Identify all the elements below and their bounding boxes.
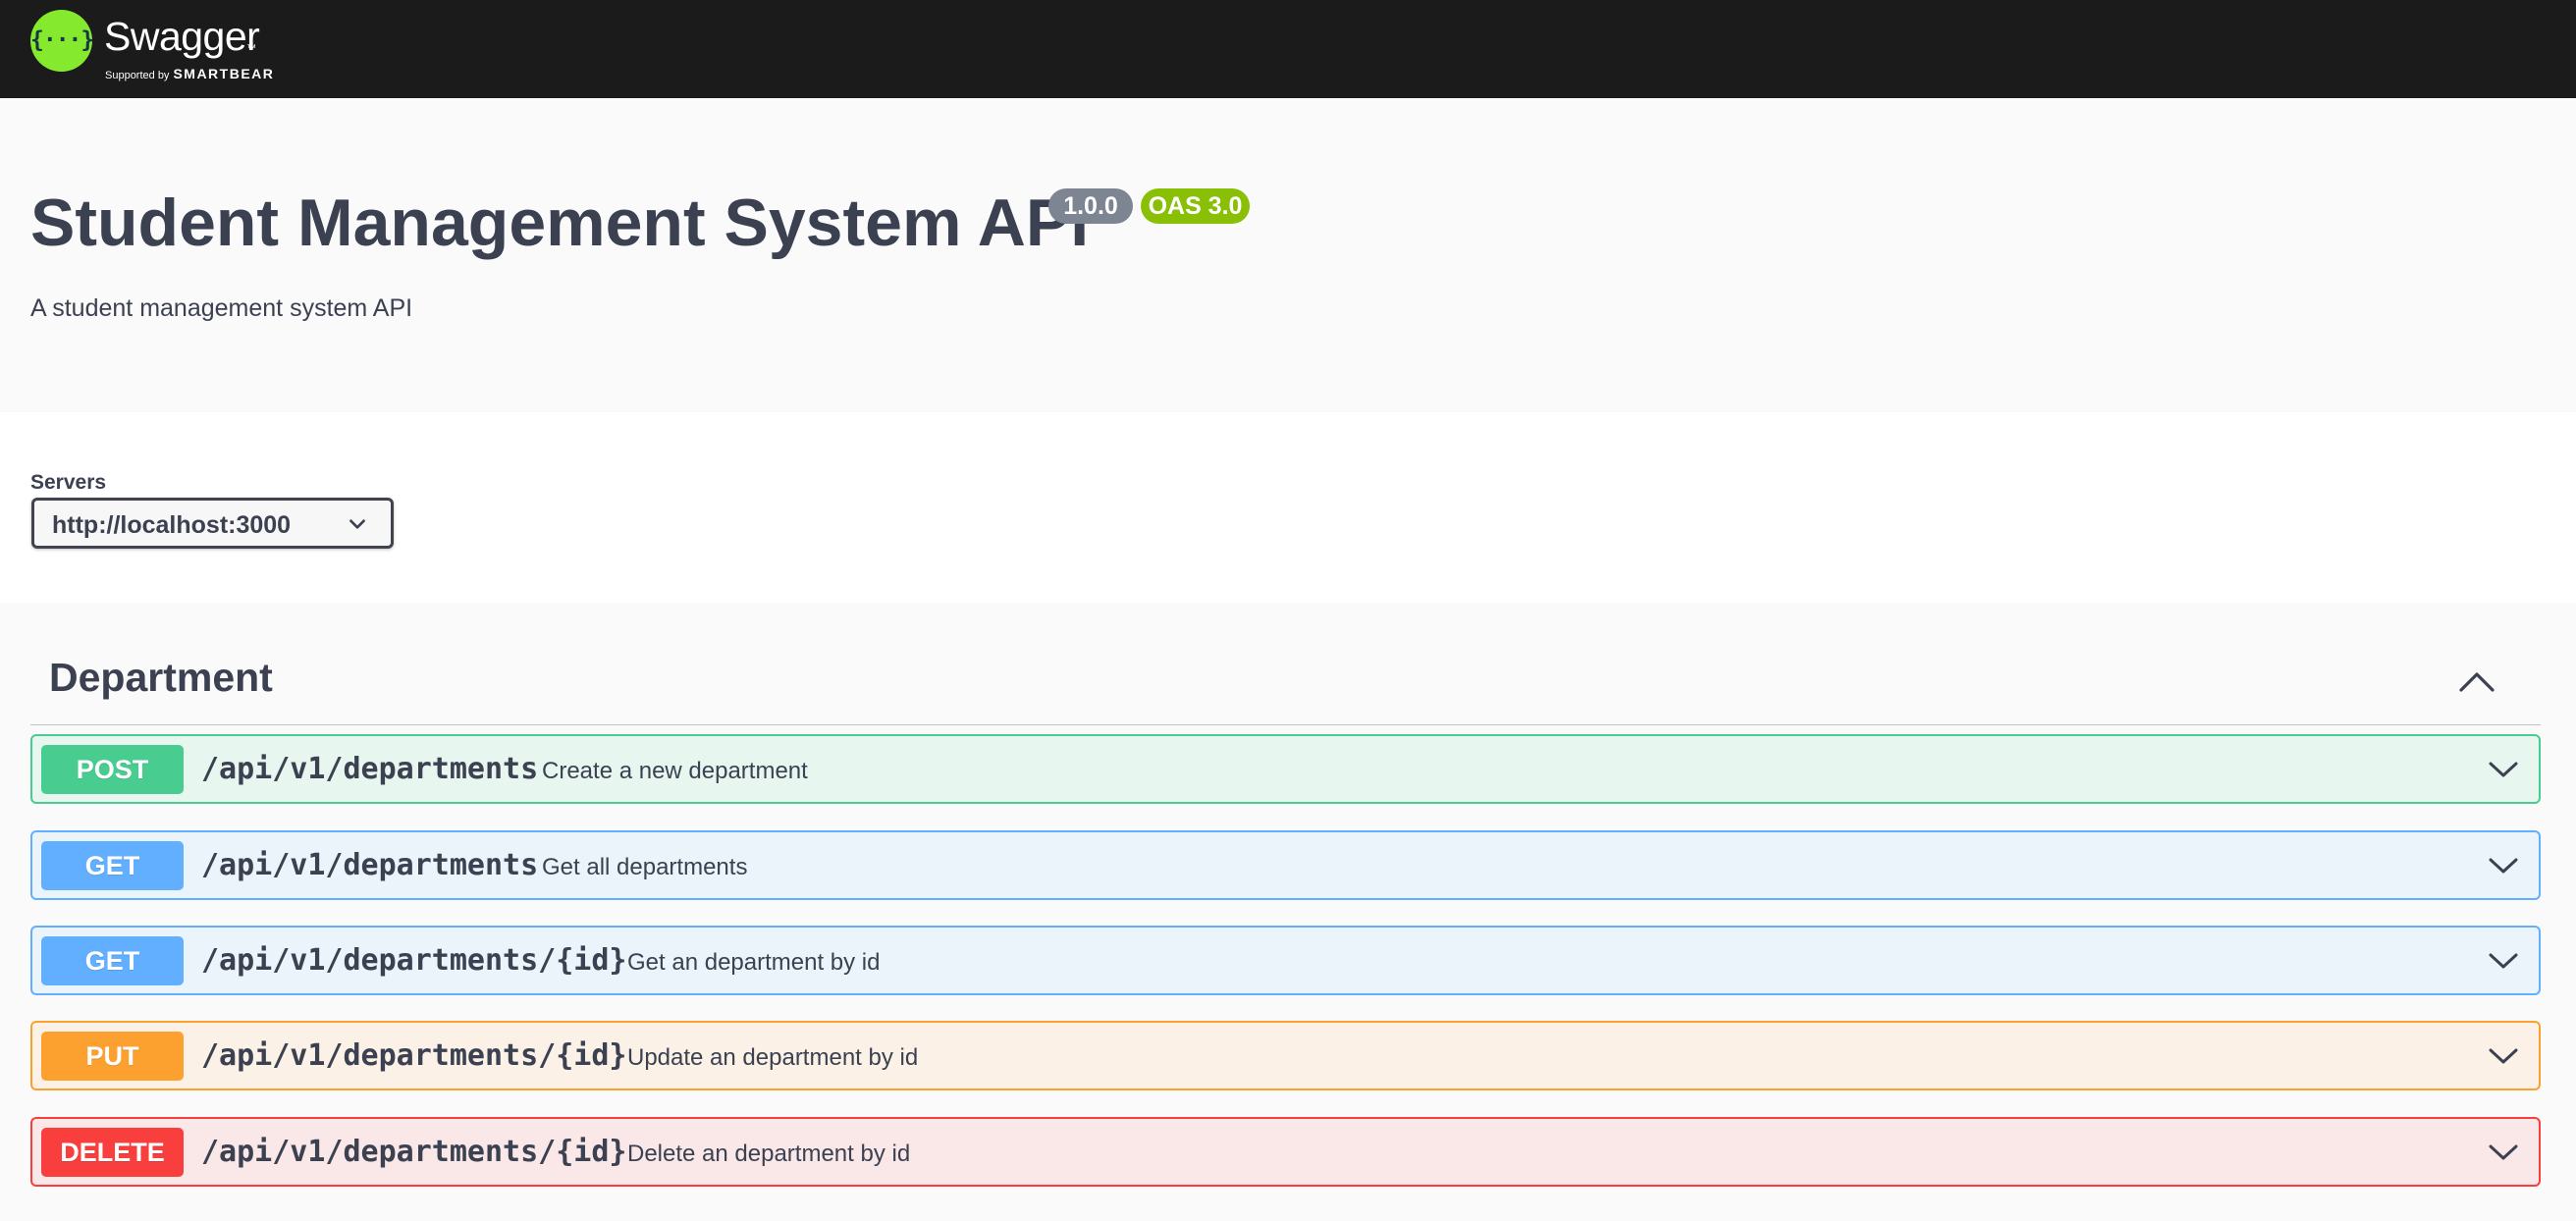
method-badge-get: GET	[41, 936, 184, 985]
method-badge-delete: DELETE	[41, 1128, 184, 1177]
version-badge: 1.0.0	[1048, 188, 1133, 224]
operation-path: /api/v1/departments/{id}	[201, 943, 627, 978]
operation-path: /api/v1/departments	[201, 752, 539, 786]
operation-summary: Delete an department by id	[627, 1141, 911, 1167]
operation-summary: Get an department by id	[627, 949, 881, 976]
oas-badge: OAS 3.0	[1141, 188, 1250, 224]
chevron-up-icon[interactable]	[2455, 666, 2498, 696]
page-title: Student Management System API	[30, 186, 1090, 260]
operation-path: /api/v1/departments	[201, 848, 539, 882]
tag-header-department[interactable]: Department	[30, 643, 2541, 725]
chevron-down-icon[interactable]	[2487, 854, 2520, 877]
chevron-down-icon[interactable]	[2487, 949, 2520, 973]
chevron-down-icon[interactable]	[2487, 758, 2520, 781]
chevron-down-icon[interactable]	[2487, 1141, 2520, 1164]
logo-glyph: {···}	[30, 27, 94, 53]
brand-trademark: ™	[246, 43, 256, 54]
supported-by-text: Supported by	[105, 70, 170, 81]
api-description: A student management system API	[30, 294, 413, 322]
method-badge-get: GET	[41, 841, 184, 890]
swagger-logo-icon[interactable]: {···}	[30, 10, 94, 72]
operation-put-department-by-id[interactable]: PUT /api/v1/departments/{id} Update an d…	[30, 1021, 2541, 1090]
operation-path: /api/v1/departments/{id}	[201, 1135, 627, 1169]
operation-delete-department-by-id[interactable]: DELETE /api/v1/departments/{id} Delete a…	[30, 1117, 2541, 1187]
servers-label: Servers	[30, 471, 107, 494]
smartbear-name: SMARTBEAR	[173, 66, 275, 81]
operation-get-department-by-id[interactable]: GET /api/v1/departments/{id} Get an depa…	[30, 926, 2541, 995]
server-select-value: http://localhost:3000	[52, 511, 292, 539]
brand-name[interactable]: Swagger	[104, 14, 260, 60]
tag-title: Department	[49, 655, 273, 700]
server-select[interactable]: http://localhost:3000	[31, 498, 394, 549]
operation-path: /api/v1/departments/{id}	[201, 1038, 627, 1073]
operation-get-departments[interactable]: GET /api/v1/departments Get all departme…	[30, 830, 2541, 900]
operation-summary: Update an department by id	[627, 1044, 919, 1071]
operation-summary: Get all departments	[542, 854, 748, 880]
chevron-down-icon	[349, 519, 365, 529]
operation-summary: Create a new department	[542, 758, 808, 784]
brand-supported-by: Supported by SMARTBEAR	[105, 66, 274, 81]
top-bar: {···} Swagger ™ Supported by SMARTBEAR	[0, 0, 2576, 98]
method-badge-post: POST	[41, 745, 184, 794]
method-badge-put: PUT	[41, 1032, 184, 1081]
chevron-down-icon[interactable]	[2487, 1044, 2520, 1068]
operation-post-departments[interactable]: POST /api/v1/departments Create a new de…	[30, 734, 2541, 804]
